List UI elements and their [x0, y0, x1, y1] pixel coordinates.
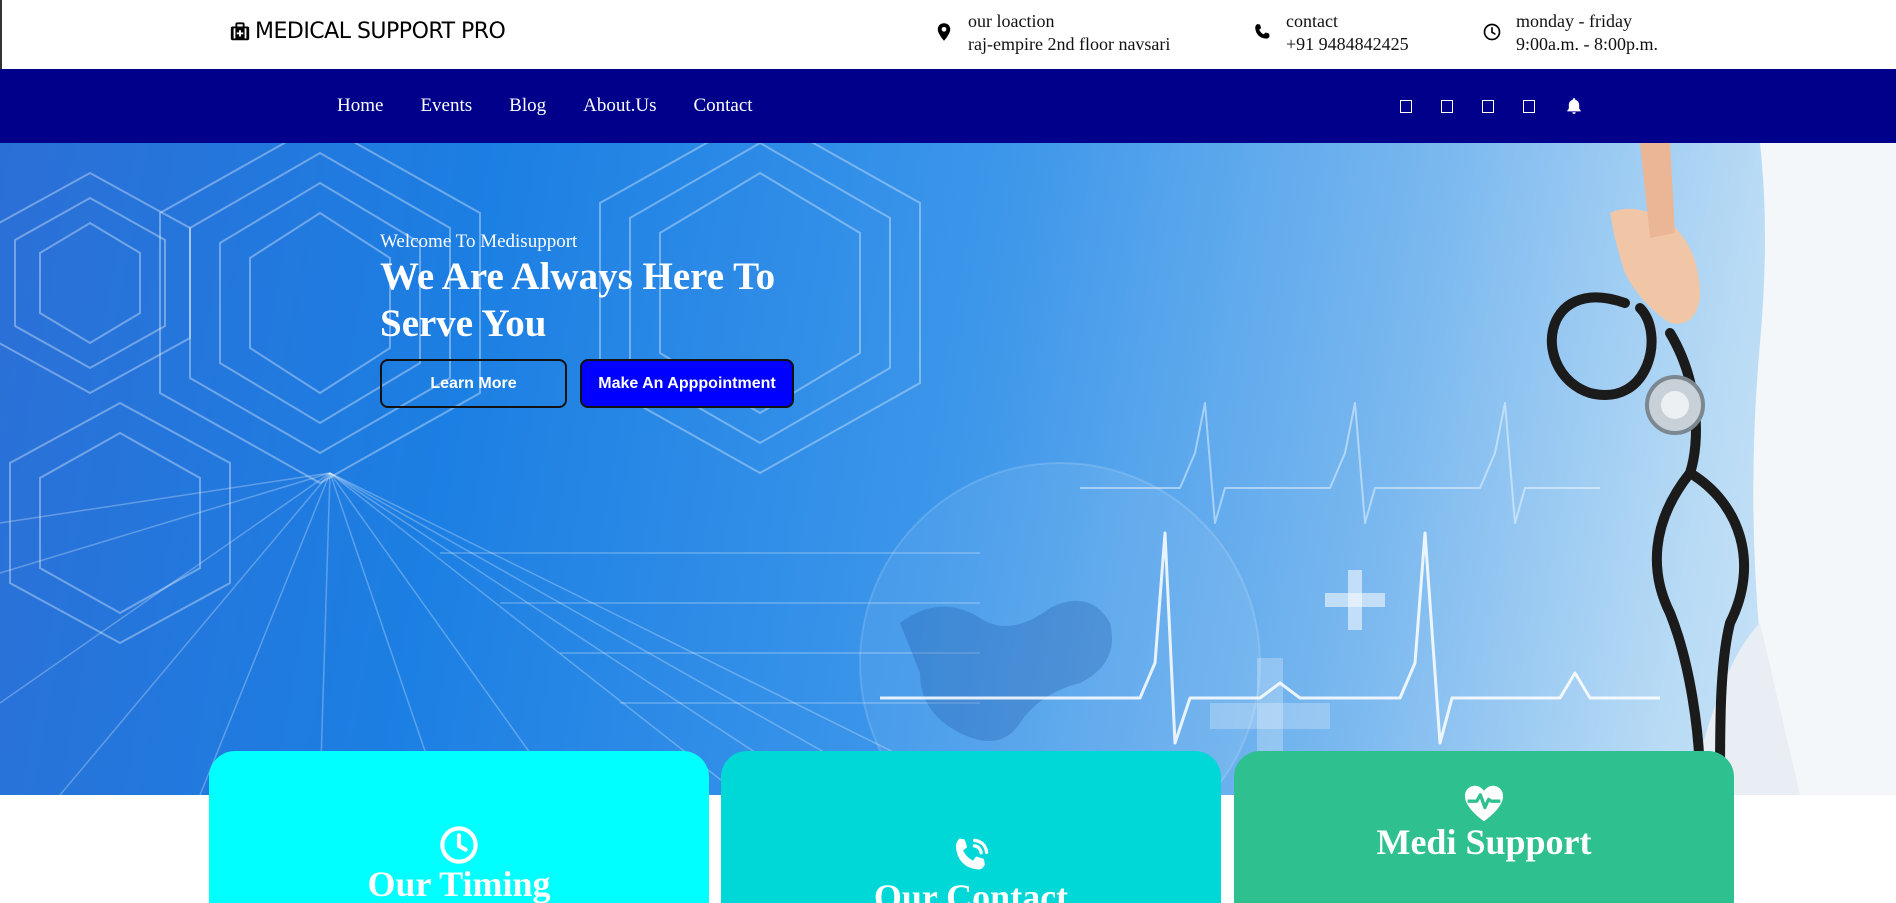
card-title-medi-support: Medi Support [1376, 822, 1592, 862]
clock-icon [440, 826, 478, 864]
nav-home[interactable]: Home [337, 95, 383, 117]
nav-blog[interactable]: Blog [509, 95, 546, 117]
contact-label: contact [1286, 11, 1338, 31]
heartbeat-icon [1464, 785, 1504, 822]
phone-icon [1255, 24, 1270, 39]
top-info-bar: MEDICAL SUPPORT PRO our loaction raj-emp… [0, 0, 1896, 69]
location-label: our loaction [968, 11, 1055, 31]
nav-about-us[interactable]: About.Us [583, 95, 656, 117]
hero-banner: Welcome To Medisupport We Are Always Her… [0, 143, 1896, 795]
hero-background-image [0, 143, 1896, 795]
map-pin-icon [937, 23, 951, 41]
nav-links: Home Events Blog About.Us Contact [337, 69, 790, 143]
contact-phone[interactable]: +91 9484842425 [1286, 33, 1409, 56]
nav-contact[interactable]: Contact [693, 95, 752, 117]
card-medi-support[interactable]: Medi Support [1234, 751, 1734, 903]
phone-call-icon [955, 838, 989, 870]
clock-icon [1483, 23, 1501, 41]
social-icon-1[interactable] [1400, 99, 1412, 113]
card-our-contact[interactable]: Our Contact [721, 751, 1221, 903]
learn-more-button[interactable]: Learn More [380, 359, 567, 408]
brand-name: MEDICAL SUPPORT PRO [255, 19, 506, 44]
brand-logo[interactable]: MEDICAL SUPPORT PRO [229, 19, 506, 44]
hours-time: 9:00a.m. - 8:00p.m. [1516, 34, 1658, 54]
hero-subtitle: Welcome To Medisupport [380, 231, 578, 252]
social-icon-3[interactable] [1482, 99, 1494, 113]
hero-title: We Are Always Here To Serve You [380, 255, 776, 345]
first-aid-kit-icon [230, 21, 250, 40]
main-navbar: Home Events Blog About.Us Contact [0, 69, 1896, 143]
card-our-timing[interactable]: Our Timing [209, 751, 709, 903]
card-title-timing: Our Timing [367, 864, 551, 903]
make-appointment-button[interactable]: Make An Apppointment [580, 359, 794, 408]
social-icon-2[interactable] [1441, 99, 1453, 113]
nav-events[interactable]: Events [420, 95, 472, 117]
social-icon-4[interactable] [1523, 99, 1535, 113]
location-value: raj-empire 2nd floor navsari [968, 34, 1171, 54]
nav-icons [1400, 69, 1584, 143]
bell-icon[interactable] [1564, 95, 1584, 117]
hours-days: monday - friday [1516, 11, 1632, 31]
contact-info: contact +91 9484842425 [1252, 10, 1409, 56]
location-info: our loaction raj-empire 2nd floor navsar… [934, 10, 1170, 56]
hours-info: monday - friday 9:00a.m. - 8:00p.m. [1482, 10, 1658, 56]
card-title-contact: Our Contact [873, 877, 1069, 903]
